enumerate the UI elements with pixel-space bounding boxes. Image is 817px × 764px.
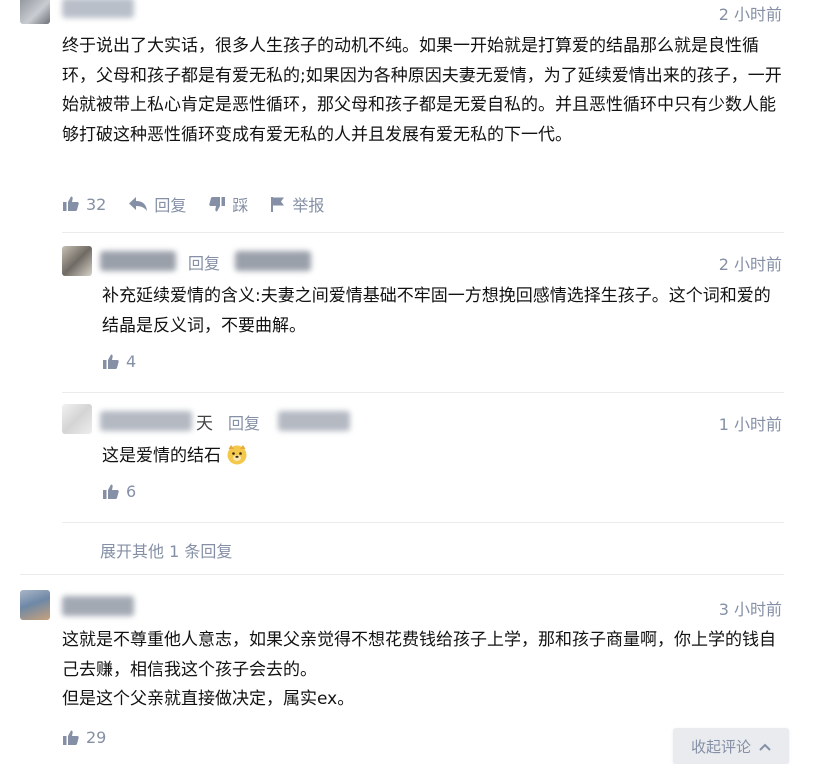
like-button[interactable]: 32 (62, 195, 106, 214)
username-blurred[interactable] (100, 411, 192, 431)
reply-actions: 6 (102, 482, 136, 501)
report-button[interactable]: 举报 (270, 192, 324, 216)
username-blurred[interactable] (100, 251, 176, 271)
like-button[interactable]: 4 (102, 352, 136, 371)
avatar[interactable] (62, 404, 92, 434)
username-blurred[interactable] (62, 0, 134, 18)
report-label: 举报 (292, 196, 325, 215)
like-button[interactable]: 29 (62, 728, 106, 747)
like-count: 4 (126, 352, 137, 371)
flag-icon (270, 196, 286, 212)
reply-target-blurred[interactable] (278, 411, 350, 431)
reply-text: 补充延续爱情的含义:夫妻之间爱情基础不牢固一方想挽回感情选择生孩子。这个词和爱的… (102, 286, 771, 336)
like-count: 32 (86, 194, 107, 214)
collapse-comments-button[interactable]: 收起评论 (673, 728, 789, 764)
comment-time: 2 小时前 (718, 5, 782, 24)
expand-replies-link[interactable]: 展开其他 1 条回复 (100, 538, 232, 562)
divider (62, 522, 784, 523)
like-count: 6 (126, 482, 137, 501)
like-button[interactable]: 6 (102, 482, 136, 501)
divider (20, 574, 784, 575)
reply-time: 1 小时前 (718, 415, 782, 434)
reply-text: 这是爱情的结石 (102, 442, 786, 472)
avatar[interactable] (20, 590, 50, 620)
reply-time: 2 小时前 (718, 255, 782, 274)
dog-face-emoji (226, 443, 248, 465)
dislike-button[interactable]: 踩 (208, 192, 248, 216)
reply-label: 回复 (154, 196, 187, 215)
chevron-up-icon (759, 737, 771, 755)
collapse-label: 收起评论 (690, 737, 751, 756)
thumbs-up-icon (102, 353, 120, 371)
thumbs-up-icon (62, 729, 80, 747)
reply-word: 回复 (188, 254, 221, 273)
comment-actions: 29 (62, 728, 106, 747)
username-visible-char: 天 (196, 414, 213, 434)
comment-text: 这就是不尊重他人意志，如果父亲觉得不想花费钱给孩子上学，那和孩子商量啊，你上学的… (62, 630, 776, 709)
avatar[interactable] (62, 246, 92, 276)
avatar[interactable] (20, 0, 50, 24)
reply-button[interactable]: 回复 (128, 192, 186, 216)
comment-time: 3 小时前 (718, 600, 782, 619)
thumbs-up-icon (102, 483, 120, 501)
divider (62, 392, 784, 393)
comment-text: 终于说出了大实话，很多人生孩子的动机不纯。如果一开始就是打算爱的结晶那么就是良性… (62, 36, 782, 145)
reply-actions: 4 (102, 352, 136, 371)
dislike-label: 踩 (232, 196, 249, 215)
divider (62, 232, 784, 233)
like-count: 29 (86, 728, 107, 747)
username-blurred[interactable] (62, 596, 134, 616)
thumbs-down-icon (208, 195, 226, 213)
comment-actions: 32 回复 踩 举报 (62, 192, 324, 216)
thumbs-up-icon (62, 195, 80, 213)
reply-arrow-icon (128, 196, 148, 212)
reply-word: 回复 (228, 414, 261, 433)
reply-target-blurred[interactable] (235, 251, 311, 271)
